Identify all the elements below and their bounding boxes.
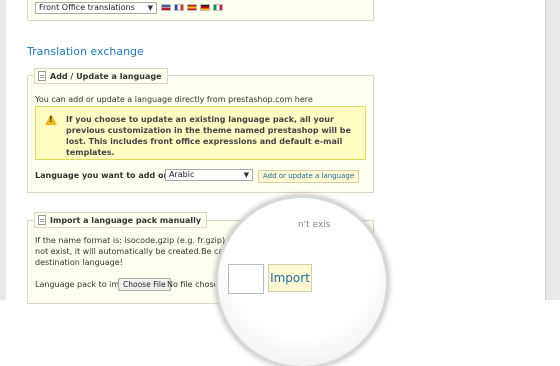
import-pack-legend-label: Import a language pack manually (50, 215, 202, 225)
import-pack-legend: Import a language pack manually (34, 212, 208, 228)
es-flag-icon[interactable] (187, 4, 197, 11)
us-flag-icon[interactable] (161, 4, 171, 11)
language-flags (161, 4, 223, 11)
language-select-value: Arabic (169, 170, 195, 179)
add-update-legend-label: Add / Update a language (50, 71, 162, 81)
language-select[interactable]: Arabic ▼ (165, 169, 253, 181)
right-scrollbar[interactable] (545, 0, 560, 300)
choose-file-button[interactable]: Choose File (118, 278, 171, 291)
warning-icon (45, 114, 57, 125)
chevron-down-icon: ▼ (147, 4, 153, 12)
chevron-down-icon: ▼ (243, 171, 249, 179)
it-flag-icon[interactable] (213, 4, 223, 11)
magnified-file-field (228, 264, 264, 294)
document-icon (38, 71, 46, 81)
translation-type-value: Front Office translations (39, 3, 135, 12)
import-instructions-line3: destination language! (35, 258, 123, 267)
import-button[interactable]: Import (268, 264, 312, 292)
file-status-text: No file chosen (167, 280, 224, 289)
add-update-language-button[interactable]: Add or update a language (258, 170, 360, 183)
de-flag-icon[interactable] (200, 4, 210, 11)
add-update-intro: You can add or update a language directl… (35, 95, 313, 104)
magnifier-lens: n't exis Import (218, 198, 386, 366)
document-icon (38, 215, 46, 225)
fr-flag-icon[interactable] (174, 4, 184, 11)
magnified-text: n't exis (298, 220, 331, 230)
translation-type-select[interactable]: Front Office translations ▼ (35, 2, 157, 14)
section-title: Translation exchange (27, 45, 144, 58)
left-scroll-rail (0, 0, 6, 300)
warning-text: If you choose to update an existing lang… (66, 115, 351, 157)
warning-box: If you choose to update an existing lang… (35, 106, 366, 160)
add-update-legend: Add / Update a language (34, 68, 168, 84)
